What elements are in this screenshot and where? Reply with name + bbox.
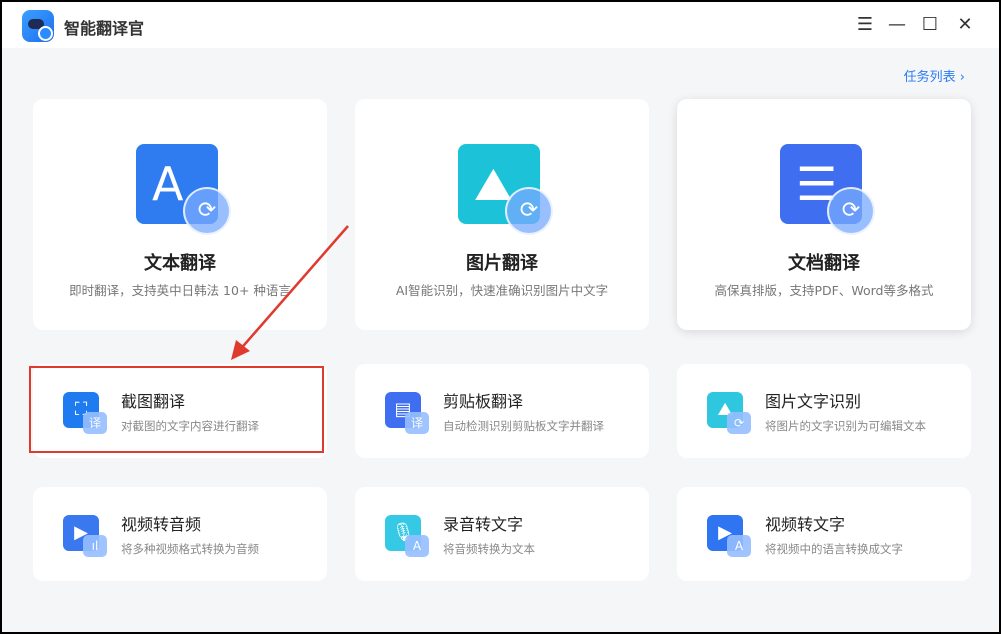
annotation-arrow xyxy=(231,225,349,360)
app-window: 智能翻译官 ☰ — ☐ ✕ 任务列表 › A ⟳ 文本翻译 即时翻译，支持英中日… xyxy=(2,2,999,632)
